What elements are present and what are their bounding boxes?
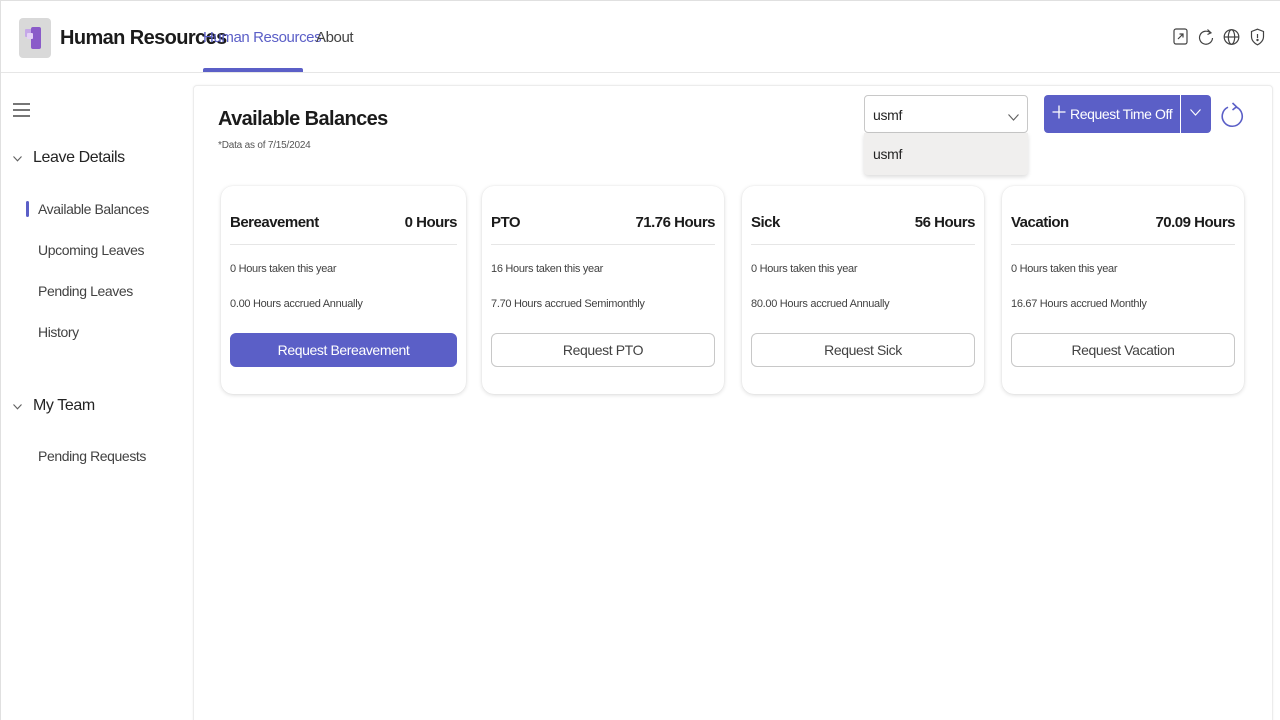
card-title: PTO bbox=[491, 214, 521, 231]
chevron-down-icon bbox=[1008, 108, 1019, 126]
sidebar-item-available-balances[interactable]: Available Balances bbox=[38, 201, 149, 217]
card-divider bbox=[230, 244, 457, 245]
card-divider bbox=[491, 244, 715, 245]
balance-card-vacation: Vacation 70.09 Hours 0 Hours taken this … bbox=[1002, 186, 1244, 394]
globe-icon[interactable] bbox=[1223, 28, 1240, 46]
chevron-down-icon bbox=[1190, 109, 1201, 116]
sidebar-item-pending-requests[interactable]: Pending Requests bbox=[38, 448, 146, 464]
company-dropdown-list: usmf bbox=[864, 133, 1028, 175]
main-panel: Available Balances *Data as of 7/15/2024… bbox=[193, 85, 1273, 720]
nav-group-my-team[interactable]: My Team bbox=[13, 397, 95, 415]
nav-group-label: Leave Details bbox=[33, 149, 125, 166]
balance-card-sick: Sick 56 Hours 0 Hours taken this year 80… bbox=[742, 186, 984, 394]
chevron-down-icon bbox=[13, 153, 23, 165]
card-hours-taken: 0 Hours taken this year bbox=[751, 263, 858, 275]
card-hours-accrued: 16.67 Hours accrued Monthly bbox=[1011, 298, 1147, 310]
card-hours-taken: 0 Hours taken this year bbox=[230, 263, 337, 275]
sidebar: Leave Details Available Balances Upcomin… bbox=[1, 73, 193, 720]
card-hours-accrued: 7.70 Hours accrued Semimonthly bbox=[491, 298, 645, 310]
request-options-dropdown-button[interactable] bbox=[1181, 95, 1211, 133]
request-pto-button[interactable]: Request PTO bbox=[491, 333, 715, 367]
sidebar-item-upcoming-leaves[interactable]: Upcoming Leaves bbox=[38, 242, 144, 258]
nav-group-label: My Team bbox=[33, 397, 95, 414]
balance-card-bereavement: Bereavement 0 Hours 0 Hours taken this y… bbox=[221, 186, 466, 394]
card-divider bbox=[1011, 244, 1235, 245]
card-hours-accrued: 0.00 Hours accrued Annually bbox=[230, 298, 363, 310]
card-hours-taken: 16 Hours taken this year bbox=[491, 263, 604, 275]
sidebar-item-pending-leaves[interactable]: Pending Leaves bbox=[38, 283, 133, 299]
card-title: Sick bbox=[751, 214, 780, 231]
tab-human-resources[interactable]: Human Resources bbox=[203, 29, 322, 46]
company-select[interactable]: usmf bbox=[864, 95, 1028, 133]
card-hours-taken: 0 Hours taken this year bbox=[1011, 263, 1118, 275]
selected-indicator bbox=[26, 201, 29, 217]
shield-icon[interactable] bbox=[1250, 28, 1266, 46]
active-tab-indicator bbox=[203, 68, 303, 72]
app-header: Human Resources Human Resources About bbox=[1, 1, 1280, 73]
app-title: Human Resources bbox=[60, 27, 227, 49]
card-hours: 70.09 Hours bbox=[1155, 214, 1235, 231]
card-title: Vacation bbox=[1011, 214, 1069, 231]
card-hours-accrued: 80.00 Hours accrued Annually bbox=[751, 298, 890, 310]
page-title: Available Balances bbox=[218, 108, 388, 130]
card-hours: 71.76 Hours bbox=[635, 214, 715, 231]
data-date-note: *Data as of 7/15/2024 bbox=[218, 140, 311, 151]
tab-about[interactable]: About bbox=[316, 29, 354, 46]
popout-icon[interactable] bbox=[1173, 28, 1189, 46]
sidebar-item-history[interactable]: History bbox=[38, 324, 79, 340]
card-divider bbox=[751, 244, 975, 245]
company-option-usmf[interactable]: usmf bbox=[873, 146, 902, 162]
request-time-off-label: Request Time Off bbox=[1070, 106, 1173, 122]
hamburger-menu-icon[interactable] bbox=[13, 103, 31, 122]
request-bereavement-button[interactable]: Request Bereavement bbox=[230, 333, 457, 367]
request-vacation-button[interactable]: Request Vacation bbox=[1011, 333, 1235, 367]
chevron-down-icon bbox=[13, 401, 23, 413]
company-select-value: usmf bbox=[873, 107, 903, 123]
refresh-balances-icon[interactable] bbox=[1220, 100, 1244, 135]
app-logo-icon bbox=[19, 18, 51, 58]
card-hours: 56 Hours bbox=[914, 214, 976, 231]
request-sick-button[interactable]: Request Sick bbox=[751, 333, 975, 367]
nav-group-leave-details[interactable]: Leave Details bbox=[13, 149, 125, 167]
request-time-off-button[interactable]: Request Time Off bbox=[1044, 95, 1180, 133]
card-title: Bereavement bbox=[230, 214, 319, 231]
refresh-icon[interactable] bbox=[1198, 28, 1214, 46]
balance-card-pto: PTO 71.76 Hours 16 Hours taken this year… bbox=[482, 186, 724, 394]
card-hours: 0 Hours bbox=[404, 214, 458, 231]
plus-icon bbox=[1052, 102, 1066, 125]
